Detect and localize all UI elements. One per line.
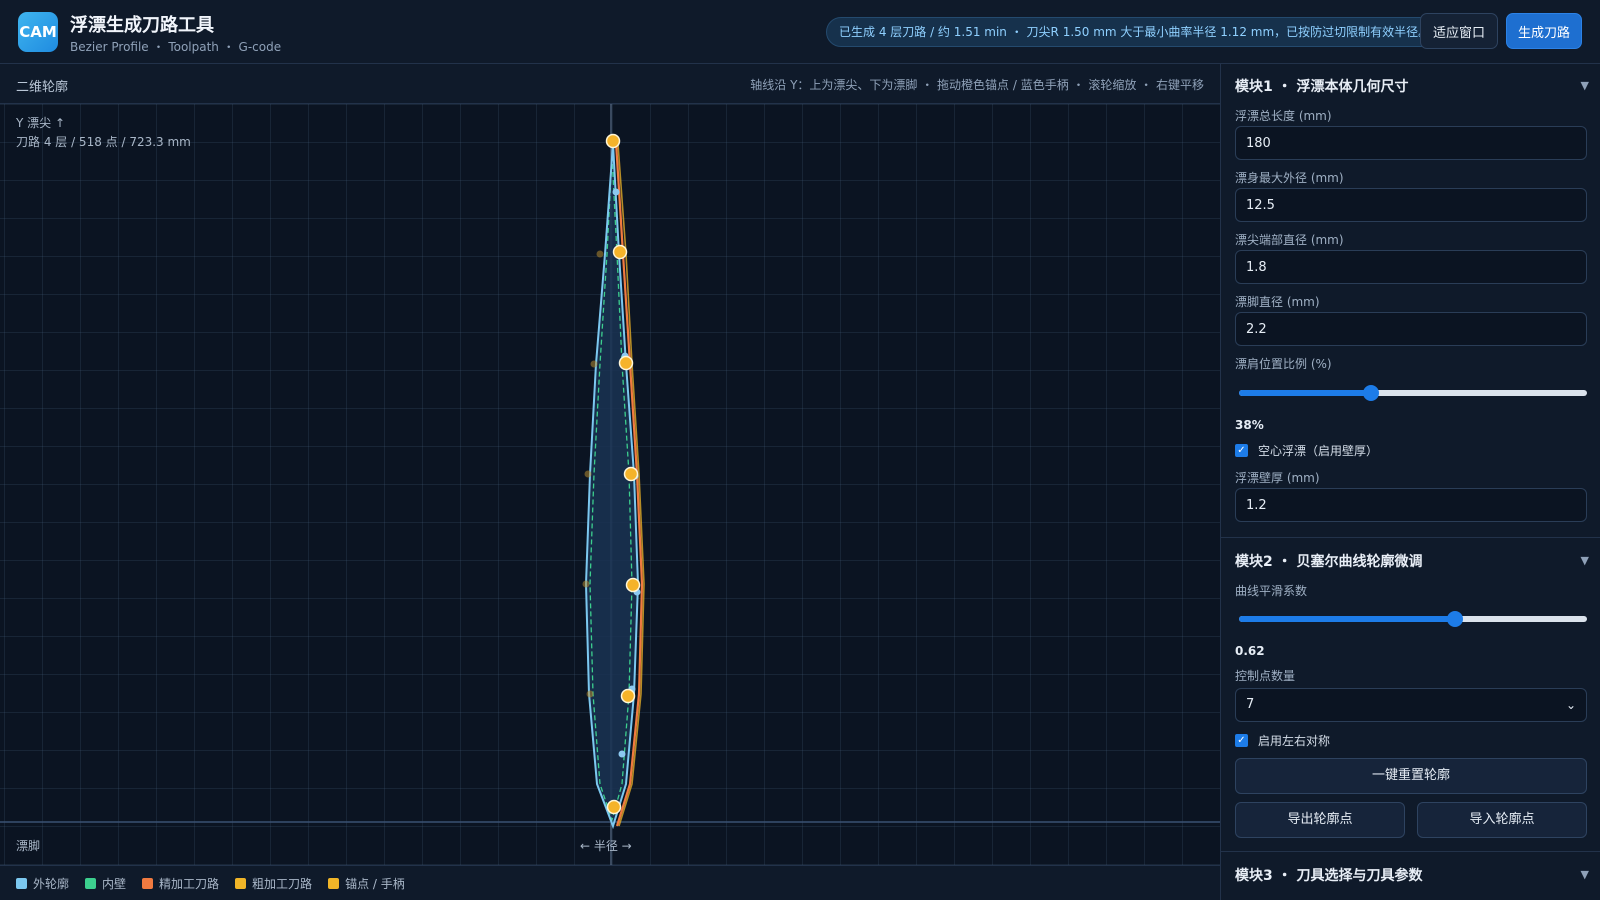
wall-thickness-label: 浮漂壁厚 (mm) xyxy=(1235,471,1320,485)
legend-label: 精加工刀路 xyxy=(159,876,220,891)
shoulder-ratio-value: 38% xyxy=(1235,418,1264,432)
legend-outer-contour: 外轮廓 xyxy=(16,875,69,892)
legend-swatch xyxy=(235,877,247,889)
control-points-label: 控制点数量 xyxy=(1235,669,1296,683)
legend-swatch xyxy=(16,877,27,889)
section-tool-header[interactable]: 模块3 ・ 刀具选择与刀具参数 ▼ xyxy=(1221,855,1600,895)
slider-thumb[interactable] xyxy=(1447,611,1463,627)
profile-canvas[interactable]: Y 漂尖 ↑ 刀路 4 层 / 518 点 / 723.3 mm 漂脚 ← 半径… xyxy=(0,104,1220,865)
legend-label: 锚点 / 手柄 xyxy=(345,876,405,891)
max-diameter-label: 漂身最大外径 (mm) xyxy=(1235,171,1344,185)
chevron-down-icon: ⌄ xyxy=(1565,698,1576,712)
smooth-factor-value: 0.62 xyxy=(1235,644,1265,658)
y-axis-label: Y 漂尖 ↑ xyxy=(16,116,66,130)
legend-swatch xyxy=(85,877,97,889)
tip-diameter-input[interactable] xyxy=(1235,250,1587,284)
legend-label: 外轮廓 xyxy=(33,876,70,891)
symmetric-label: 启用左右对称 xyxy=(1258,734,1331,748)
chevron-down-icon[interactable]: ▼ xyxy=(1581,554,1589,567)
tip-diameter-label: 漂尖端部直径 (mm) xyxy=(1235,233,1344,247)
section-title: 模块3 ・ 刀具选择与刀具参数 xyxy=(1235,868,1423,884)
section-divider xyxy=(1221,537,1600,538)
section-divider xyxy=(1221,851,1600,852)
chevron-down-icon[interactable]: ▼ xyxy=(1581,79,1589,92)
section-bezier-header[interactable]: 模块2 ・ 贝塞尔曲线轮廓微调 ▼ xyxy=(1221,541,1600,581)
wall-thickness-input[interactable] xyxy=(1235,488,1587,522)
shoulder-ratio-label: 漂肩位置比例 (%) xyxy=(1235,357,1332,371)
app-title: 浮漂生成刀路工具 xyxy=(70,15,214,36)
shoulder-ratio-slider[interactable] xyxy=(1239,385,1587,401)
hollow-float-checkbox[interactable]: ✓ xyxy=(1235,444,1248,457)
toolpath-stats: 刀路 4 层 / 518 点 / 723.3 mm xyxy=(16,135,191,149)
total-length-label: 浮漂总长度 (mm) xyxy=(1235,109,1332,123)
control-points-select[interactable]: 7 ⌄ xyxy=(1235,688,1587,722)
export-points-button[interactable]: 导出轮廓点 xyxy=(1235,802,1405,838)
section-geometry-header[interactable]: 模块1 ・ 浮漂本体几何尺寸 ▼ xyxy=(1221,66,1600,106)
import-points-button[interactable]: 导入轮廓点 xyxy=(1417,802,1587,838)
legend: 外轮廓 内壁 精加工刀路 粗加工刀路 锚点 / 手柄 xyxy=(0,865,1220,900)
section-title: 模块1 ・ 浮漂本体几何尺寸 xyxy=(1235,79,1409,95)
slider-fill xyxy=(1239,616,1455,622)
reset-profile-button[interactable]: 一键重置轮廓 xyxy=(1235,758,1587,794)
smooth-factor-label: 曲线平滑系数 xyxy=(1235,584,1308,598)
legend-swatch xyxy=(142,877,154,889)
legend-anchors: 锚点 / 手柄 xyxy=(328,875,405,892)
legend-finishing: 精加工刀路 xyxy=(142,875,219,892)
chevron-down-icon[interactable]: ▼ xyxy=(1581,868,1589,881)
legend-roughing: 粗加工刀路 xyxy=(235,875,312,892)
canvas-header: 二维轮廓 轴线沿 Y：上为漂尖、下为漂脚 ・ 拖动橙色锚点 / 蓝色手柄 ・ 滚… xyxy=(0,64,1220,104)
legend-swatch xyxy=(328,877,340,889)
app-subtitle: Bezier Profile ・ Toolpath ・ G-code xyxy=(70,40,282,54)
symmetric-checkbox-row[interactable]: ✓ 启用左右对称 xyxy=(1235,732,1330,749)
legend-label: 粗加工刀路 xyxy=(252,876,313,891)
smooth-factor-slider[interactable] xyxy=(1239,611,1587,627)
canvas-hint: 轴线沿 Y：上为漂尖、下为漂脚 ・ 拖动橙色锚点 / 蓝色手柄 ・ 滚轮缩放 ・… xyxy=(750,78,1204,92)
foot-diameter-input[interactable] xyxy=(1235,312,1587,346)
profile-drawing[interactable] xyxy=(0,104,1220,865)
canvas-title: 二维轮廓 xyxy=(16,80,69,95)
radius-label: ← 半径 → xyxy=(580,839,632,853)
legend-inner-wall: 内壁 xyxy=(85,875,126,892)
control-points-value: 7 xyxy=(1246,697,1255,712)
hollow-float-label: 空心浮漂（启用壁厚） xyxy=(1258,444,1379,458)
settings-panel: 模块1 ・ 浮漂本体几何尺寸 ▼ 浮漂总长度 (mm) 漂身最大外径 (mm) … xyxy=(1220,64,1600,900)
legend-label: 内壁 xyxy=(102,876,127,891)
foot-diameter-label: 漂脚直径 (mm) xyxy=(1235,295,1320,309)
slider-thumb[interactable] xyxy=(1363,385,1379,401)
symmetric-checkbox[interactable]: ✓ xyxy=(1235,734,1248,747)
canvas-info: Y 漂尖 ↑ 刀路 4 层 / 518 点 / 723.3 mm xyxy=(16,114,191,152)
slider-fill xyxy=(1239,390,1371,396)
max-diameter-input[interactable] xyxy=(1235,188,1587,222)
section-title: 模块2 ・ 贝塞尔曲线轮廓微调 xyxy=(1235,554,1423,570)
total-length-input[interactable] xyxy=(1235,126,1587,160)
fit-window-button[interactable]: 适应窗口 xyxy=(1420,13,1498,49)
generate-toolpath-button[interactable]: 生成刀路 xyxy=(1506,13,1582,49)
foot-label: 漂脚 xyxy=(16,839,41,853)
hollow-float-checkbox-row[interactable]: ✓ 空心浮漂（启用壁厚） xyxy=(1235,442,1378,459)
app-header: CAM 浮漂生成刀路工具 Bezier Profile ・ Toolpath ・… xyxy=(0,0,1600,64)
app-logo: CAM xyxy=(18,12,58,52)
status-badge: 已生成 4 层刀路 / 约 1.51 min ・ 刀尖R 1.50 mm 大于最… xyxy=(826,17,1444,47)
